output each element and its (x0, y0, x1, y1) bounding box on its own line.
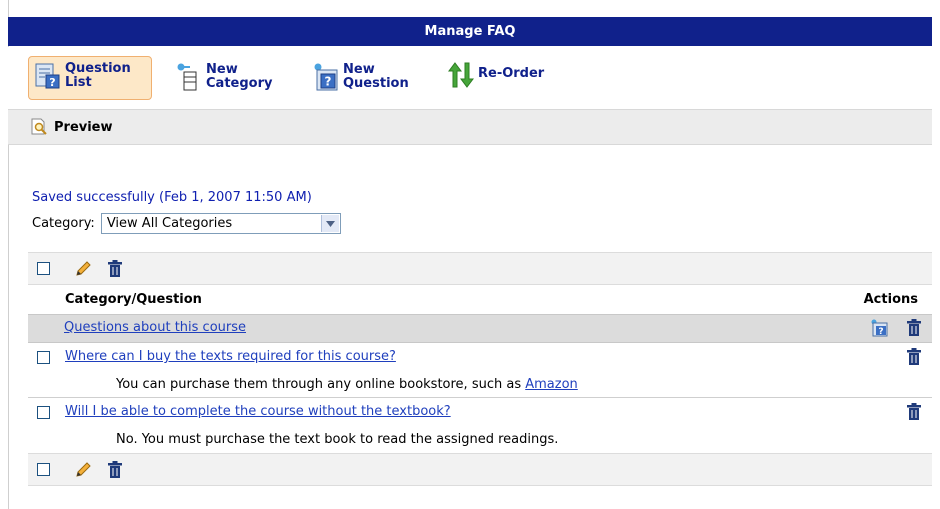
column-header-question: Category/Question (65, 292, 202, 307)
page-title: Manage FAQ (424, 24, 516, 39)
edit-icon[interactable] (74, 461, 92, 479)
reorder-label: Re-Order (478, 66, 545, 81)
toolbar: ? Question List New Category ? New Quest… (8, 47, 932, 110)
category-select-value: View All Categories (106, 216, 233, 231)
question-list-label-1: Question (65, 61, 131, 76)
question-list-label-2: List (65, 75, 92, 90)
add-question-icon[interactable]: ? (871, 319, 889, 337)
question-list-button[interactable]: ? Question List (28, 56, 152, 100)
new-question-button[interactable]: ? New Question (313, 63, 409, 91)
category-link[interactable]: Questions about this course (64, 320, 246, 335)
reorder-button[interactable]: Re-Order (448, 61, 545, 88)
new-category-label-2: Category (206, 76, 273, 91)
category-row: Questions about this course ? (28, 314, 932, 343)
category-filter: Category: View All Categories (32, 213, 341, 234)
list-item: Where can I buy the texts required for t… (28, 344, 932, 396)
preview-icon (30, 118, 48, 136)
svg-text:?: ? (49, 76, 55, 89)
question-link[interactable]: Where can I buy the texts required for t… (65, 349, 396, 364)
answer-prefix: You can purchase them through any online… (116, 377, 526, 392)
bulk-action-bar-top (28, 252, 932, 285)
divider (28, 397, 932, 398)
trash-icon[interactable] (107, 259, 123, 278)
chevron-down-icon[interactable] (320, 215, 339, 232)
question-checkbox[interactable] (37, 351, 50, 364)
answer-text: You can purchase them through any online… (116, 377, 578, 392)
new-question-label-1: New (343, 62, 375, 77)
trash-icon[interactable] (906, 348, 922, 366)
list-item: Will I be able to complete the course wi… (28, 399, 932, 451)
new-category-button[interactable]: New Category (176, 63, 272, 91)
trash-icon[interactable] (107, 460, 123, 479)
svg-text:?: ? (325, 75, 332, 89)
question-checkbox[interactable] (37, 406, 50, 419)
amazon-link[interactable]: Amazon (525, 377, 578, 392)
page-title-bar: Manage FAQ (8, 17, 932, 46)
column-header-actions: Actions (863, 292, 918, 307)
bulk-action-bar-bottom (28, 453, 932, 486)
category-select[interactable]: View All Categories (100, 213, 341, 234)
preview-button[interactable]: Preview (30, 118, 113, 136)
answer-text: No. You must purchase the text book to r… (116, 432, 559, 447)
edit-icon[interactable] (74, 260, 92, 278)
preview-label: Preview (54, 119, 113, 135)
table-header: Category/Question Actions (28, 289, 932, 313)
new-question-icon: ? (313, 63, 339, 91)
question-link[interactable]: Will I be able to complete the course wi… (65, 404, 451, 419)
preview-bar: Preview (8, 110, 932, 145)
question-list-icon: ? (35, 62, 61, 89)
new-question-label-2: Question (343, 76, 409, 91)
reorder-icon (448, 61, 474, 88)
new-category-label-1: New (206, 62, 238, 77)
trash-icon[interactable] (906, 403, 922, 421)
new-category-icon (176, 63, 202, 91)
category-filter-label: Category: (32, 216, 95, 231)
svg-text:?: ? (878, 327, 883, 337)
select-all-checkbox[interactable] (37, 262, 50, 275)
status-message: Saved successfully (Feb 1, 2007 11:50 AM… (32, 190, 312, 205)
trash-icon[interactable] (906, 319, 922, 337)
select-all-checkbox[interactable] (37, 463, 50, 476)
